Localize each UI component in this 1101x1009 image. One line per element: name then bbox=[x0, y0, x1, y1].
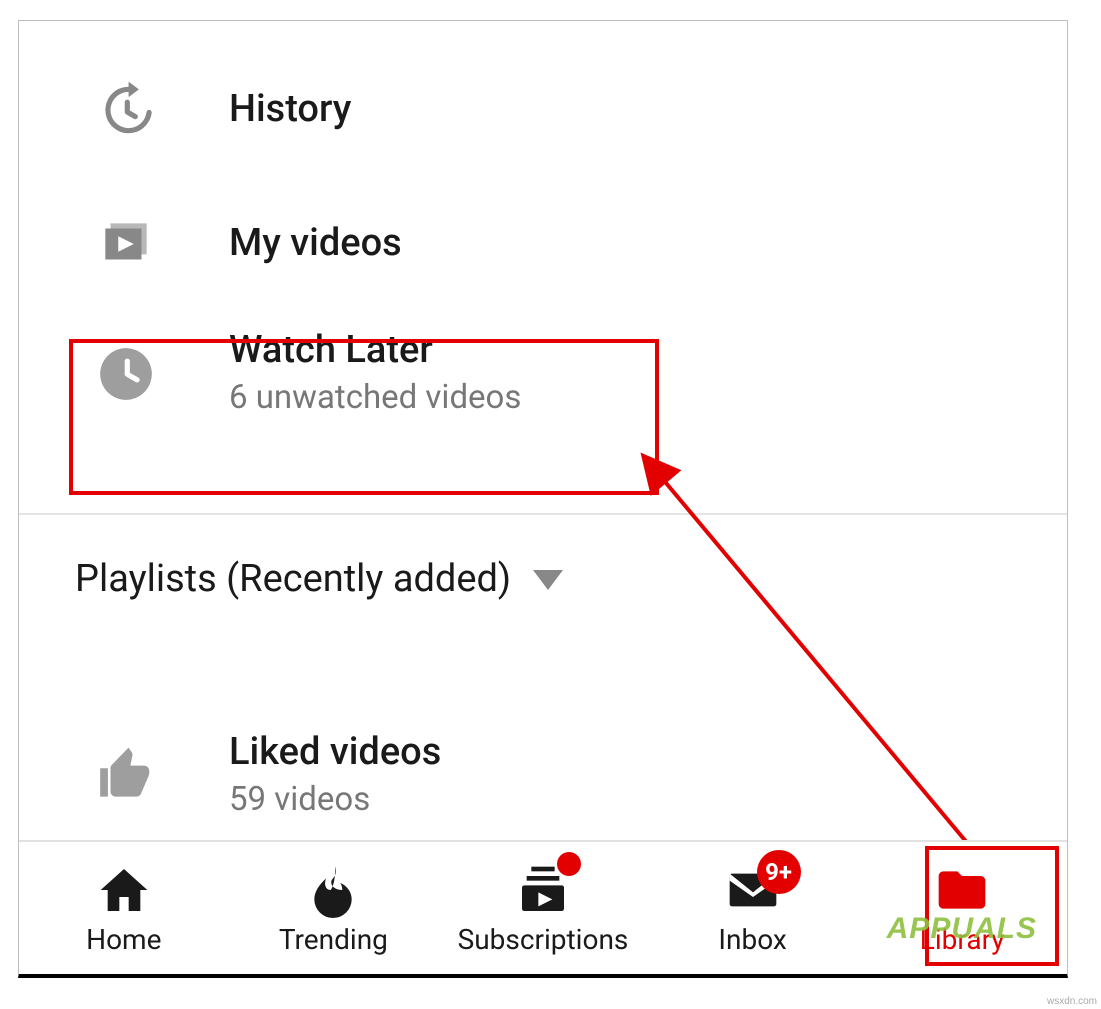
section-divider bbox=[19, 513, 1067, 515]
playlists-sort-dropdown[interactable]: Playlists (Recently added) bbox=[75, 559, 563, 601]
my-videos-icon bbox=[95, 213, 157, 275]
bottom-nav: Home Trending Subscripti bbox=[19, 840, 1067, 974]
inbox-icon: 9+ bbox=[725, 862, 781, 918]
liked-videos-label: Liked videos bbox=[229, 732, 441, 774]
library-item-liked-videos[interactable]: Liked videos 59 videos bbox=[19, 701, 1067, 851]
library-panel: History My videos bbox=[18, 20, 1068, 978]
history-label: History bbox=[229, 89, 351, 131]
subscriptions-new-dot bbox=[557, 852, 581, 876]
home-icon bbox=[96, 862, 152, 918]
source-footnote: wsxdn.com bbox=[1047, 996, 1097, 1007]
clock-icon bbox=[95, 343, 157, 405]
nav-trending[interactable]: Trending bbox=[229, 842, 439, 974]
inbox-badge: 9+ bbox=[757, 850, 801, 894]
nav-inbox[interactable]: 9+ Inbox bbox=[648, 842, 858, 974]
watch-later-subtitle: 6 unwatched videos bbox=[229, 378, 521, 418]
liked-videos-subtitle: 59 videos bbox=[229, 780, 441, 820]
trending-icon bbox=[305, 862, 361, 918]
watermark: APPUALS bbox=[887, 914, 1037, 944]
library-item-my-videos[interactable]: My videos bbox=[19, 199, 1067, 289]
nav-subscriptions-label: Subscriptions bbox=[458, 926, 629, 954]
chevron-down-icon bbox=[533, 570, 563, 590]
subscriptions-icon bbox=[515, 862, 571, 918]
nav-home-label: Home bbox=[86, 926, 161, 954]
nav-subscriptions[interactable]: Subscriptions bbox=[438, 842, 648, 974]
nav-trending-label: Trending bbox=[279, 926, 388, 954]
nav-inbox-label: Inbox bbox=[718, 926, 786, 954]
my-videos-label: My videos bbox=[229, 223, 402, 265]
library-top-section: History My videos bbox=[19, 21, 1067, 511]
watch-later-label: Watch Later bbox=[229, 330, 521, 372]
nav-home[interactable]: Home bbox=[19, 842, 229, 974]
thumbs-up-icon bbox=[95, 745, 157, 807]
library-item-watch-later[interactable]: Watch Later 6 unwatched videos bbox=[19, 299, 1067, 449]
library-icon bbox=[934, 862, 990, 918]
playlists-header-label: Playlists (Recently added) bbox=[75, 559, 511, 601]
nav-library[interactable]: Library bbox=[857, 842, 1067, 974]
library-item-history[interactable]: History bbox=[19, 65, 1067, 155]
history-icon bbox=[95, 79, 157, 141]
